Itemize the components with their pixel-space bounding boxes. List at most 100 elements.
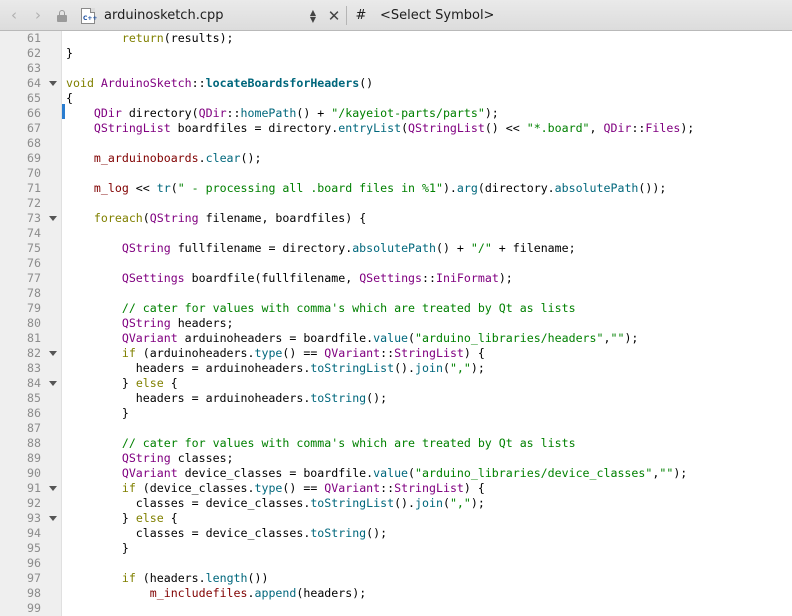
code-text: QStringList boardfiles = directory.entry… [93, 121, 695, 135]
lock-icon [57, 9, 67, 22]
line-number: 72 [27, 196, 41, 210]
line-number: 84 [27, 376, 41, 390]
hash-text: # [355, 8, 367, 23]
line-number: 64 [27, 76, 41, 90]
code-text: void ArduinoSketch::locateBoardsforHeade… [66, 76, 374, 90]
fold-arrow-icon[interactable] [49, 516, 57, 521]
code-editor[interactable]: 61 return(results); 62} 63 64 void ArduinoSk… [0, 31, 792, 616]
line-number: 87 [27, 421, 41, 435]
code-line: 85 headers = arduinoheaders.toString(); [0, 391, 792, 406]
line-number: 98 [27, 586, 41, 600]
code-text: QString headers; [121, 316, 234, 330]
open-document-selector[interactable]: arduinosketch.cpp [104, 0, 223, 31]
code-line: 80 QString headers; [0, 316, 792, 331]
code-line: 70 [0, 166, 792, 181]
code-line: 67 QStringList boardfiles = directory.en… [0, 121, 792, 136]
code-line: 93 } else { [0, 511, 792, 526]
line-number: 71 [27, 181, 41, 195]
code-line: 73 foreach(QString filename, boardfiles)… [0, 211, 792, 226]
line-number: 96 [27, 556, 41, 570]
file-lock-button[interactable] [55, 0, 69, 31]
close-document-button[interactable]: ✕ [326, 0, 342, 31]
line-number: 90 [27, 466, 41, 480]
line-number: 78 [27, 286, 41, 300]
code-line: 66 QDir directory(QDir::homePath() + "/k… [0, 106, 792, 121]
file-name-label: arduinosketch.cpp [104, 8, 224, 23]
line-number: 65 [27, 91, 41, 105]
line-number: 85 [27, 391, 41, 405]
line-number: 86 [27, 406, 41, 420]
code-text: m_arduinoboards.clear(); [93, 151, 262, 165]
code-line: 76 [0, 256, 792, 271]
fold-arrow-icon[interactable] [49, 351, 57, 356]
forward-button[interactable]: › [28, 0, 48, 31]
line-number: 91 [27, 481, 41, 495]
code-text: classes = device_classes.toStringList().… [66, 496, 485, 510]
code-text: } [66, 406, 129, 420]
code-text: QDir directory(QDir::homePath() + "/kaye… [93, 106, 499, 120]
code-line: 65 { [0, 91, 792, 106]
updown-arrows-icon: ▲ ▼ [309, 7, 317, 24]
code-line: 68 [0, 136, 792, 151]
document-dropdown-button[interactable]: ▲ ▼ [306, 0, 320, 31]
back-arrow-icon: ‹ [11, 6, 17, 24]
forward-arrow-icon: › [35, 6, 41, 24]
code-line: 82 if (arduinoheaders.type() == QVariant… [0, 346, 792, 361]
fold-arrow-icon[interactable] [49, 216, 57, 221]
line-number: 88 [27, 436, 41, 450]
code-line: 62} [0, 46, 792, 61]
code-line: 64 void ArduinoSketch::locateBoardsforHea… [0, 76, 792, 91]
code-text: } [66, 46, 73, 60]
code-text: QString fullfilename = directory.absolut… [121, 241, 576, 255]
code-line: 79 // cater for values with comma's whic… [0, 301, 792, 316]
close-icon: ✕ [327, 6, 341, 25]
code-line: 77 QSettings boardfile(fullfilename, QSe… [0, 271, 792, 286]
code-text: headers = arduinoheaders.toString(); [66, 391, 388, 405]
cpp-file-icon-label: C++ [83, 14, 98, 22]
line-number: 61 [27, 31, 41, 45]
code-line: 63 [0, 61, 792, 76]
code-line: 69 m_arduinoboards.clear(); [0, 151, 792, 166]
code-line: 61 return(results); [0, 31, 792, 46]
code-line: 89 QString classes; [0, 451, 792, 466]
code-text: foreach(QString filename, boardfiles) { [93, 211, 367, 225]
fold-arrow-icon[interactable] [49, 381, 57, 386]
code-line: 72 [0, 196, 792, 211]
line-number: 82 [27, 346, 41, 360]
code-line: 78 [0, 286, 792, 301]
line-number: 94 [27, 526, 41, 540]
code-text: if (headers.length()) [121, 571, 269, 585]
code-line: 92 classes = device_classes.toStringList… [0, 496, 792, 511]
line-number: 83 [27, 361, 41, 375]
code-text: return(results); [121, 31, 234, 45]
code-line: 98 m_includefiles.append(headers); [0, 586, 792, 601]
code-text: classes = device_classes.toString(); [66, 526, 388, 540]
back-button[interactable]: ‹ [4, 0, 24, 31]
fold-arrow-icon[interactable] [49, 486, 57, 491]
code-text: if (arduinoheaders.type() == QVariant::S… [121, 346, 485, 360]
fold-arrow-icon[interactable] [49, 81, 57, 86]
code-text: } else { [66, 511, 178, 525]
line-number: 74 [27, 226, 41, 240]
line-number: 68 [27, 136, 41, 150]
line-number: 70 [27, 166, 41, 180]
code-text: { [66, 91, 73, 105]
code-text: m_log << tr(" - processing all .board fi… [93, 181, 667, 195]
line-number: 89 [27, 451, 41, 465]
code-line: 74 [0, 226, 792, 241]
code-text: // cater for values with comma's which a… [121, 301, 576, 315]
toolbar-divider [346, 6, 347, 25]
line-number: 79 [27, 301, 41, 315]
symbol-selector[interactable]: <Select Symbol> [380, 0, 494, 31]
code-line: 86 } [0, 406, 792, 421]
code-line: 88 // cater for values with comma's whic… [0, 436, 792, 451]
line-number: 99 [27, 601, 41, 615]
line-number: 75 [27, 241, 41, 255]
code-line: 96 [0, 556, 792, 571]
line-number: 73 [27, 211, 41, 225]
line-number: 77 [27, 271, 41, 285]
line-number: 62 [27, 46, 41, 60]
code-line: 83 headers = arduinoheaders.toStringList… [0, 361, 792, 376]
cpp-file-icon: C++ [80, 0, 98, 31]
line-number: 67 [27, 121, 41, 135]
